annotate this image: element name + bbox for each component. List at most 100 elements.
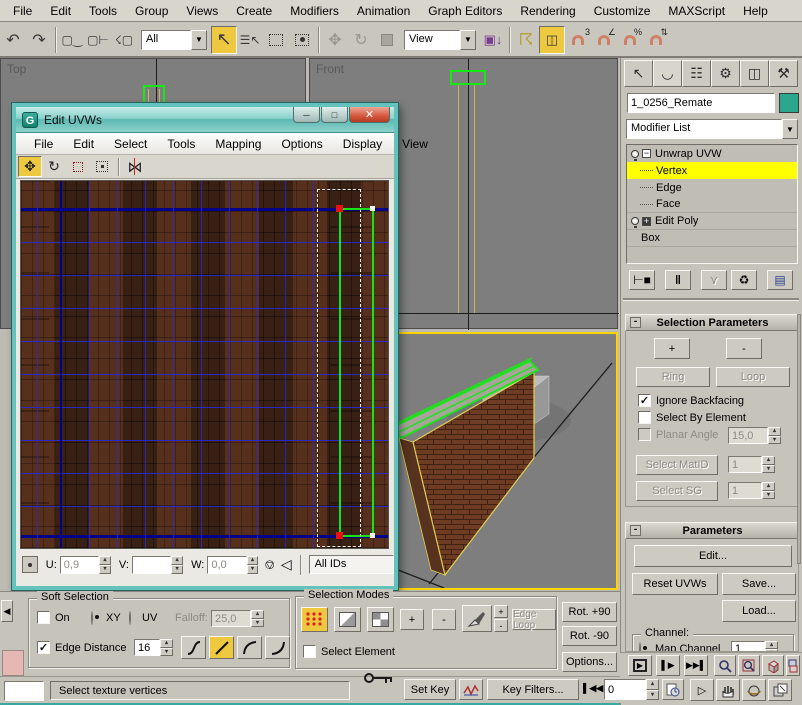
rectangular-selection-region-icon[interactable] <box>263 26 289 54</box>
paint-shrink-button[interactable]: - <box>494 619 508 632</box>
menu-group[interactable]: Group <box>126 1 177 21</box>
matid-field[interactable]: 1 <box>728 456 762 473</box>
v-value-field[interactable] <box>132 556 171 574</box>
u-value-field[interactable]: 0,9 <box>60 556 99 574</box>
map-channel-field[interactable]: 1 <box>731 641 765 652</box>
save-uvws-button[interactable]: Save... <box>722 573 796 595</box>
pan-arrow-icon[interactable]: ▷ <box>690 679 714 701</box>
next-frame-icon[interactable]: ▌▶ <box>656 655 680 676</box>
object-color-swatch[interactable] <box>779 93 799 113</box>
arc-rotate-icon[interactable] <box>742 679 766 701</box>
tab-modify-icon[interactable]: ◡ <box>653 60 682 87</box>
tab-hierarchy-icon[interactable]: ☷ <box>682 60 711 87</box>
menu-create[interactable]: Create <box>227 1 281 21</box>
paint-select-icon[interactable] <box>462 605 492 632</box>
window-crossing-icon[interactable] <box>289 26 315 54</box>
menu-rendering[interactable]: Rendering <box>511 1 584 21</box>
load-uvws-button[interactable]: Load... <box>722 600 796 622</box>
object-name-field[interactable]: 1_0256_Remate <box>627 93 775 113</box>
grow-selection-button[interactable]: + <box>654 338 690 359</box>
menu-views[interactable]: Views <box>177 1 227 21</box>
edge-loop-button[interactable]: Edge Loop <box>512 609 556 630</box>
uv-vertex[interactable] <box>370 206 375 211</box>
uv-radio[interactable] <box>129 611 131 625</box>
angle-snap-icon[interactable]: ∠ <box>591 26 617 54</box>
lock-selected-vertices-icon[interactable]: ⎊ <box>264 557 274 573</box>
selection-parameters-rollout-header[interactable]: - Selection Parameters <box>625 314 799 331</box>
filter-selected-faces-icon[interactable]: ◁ <box>281 556 292 573</box>
select-by-name-icon[interactable]: ☰↖ <box>237 26 263 54</box>
time-configuration-icon[interactable] <box>662 679 684 700</box>
select-and-link-icon[interactable]: ▢‿ <box>59 26 85 54</box>
viewport-top-label[interactable]: Top <box>7 62 26 76</box>
minimize-icon[interactable]: ─ <box>293 107 320 123</box>
rotate-plus-90-button[interactable]: Rot. +90 <box>562 602 617 622</box>
tab-motion-icon[interactable]: ⚙ <box>711 60 740 87</box>
auto-key-curve-icon[interactable] <box>459 679 483 700</box>
snap-3d-icon[interactable]: 3 <box>565 26 591 54</box>
parameters-rollout-header[interactable]: - Parameters <box>625 522 799 539</box>
dialog-menu-select[interactable]: Select <box>104 135 157 153</box>
select-sg-button[interactable]: Select SG <box>636 481 718 501</box>
edge-distance-field[interactable]: 16 <box>134 639 160 656</box>
menu-help[interactable]: Help <box>734 1 777 21</box>
set-key-button[interactable]: Set Key <box>404 679 456 700</box>
mirror-tool-icon[interactable]: ⋈ <box>123 156 147 177</box>
mini-listener-field[interactable] <box>4 681 44 701</box>
falloff-field[interactable]: 25,0 <box>211 610 251 627</box>
undo-icon[interactable]: ↶ <box>0 26 26 54</box>
select-and-rotate-icon[interactable]: ↻ <box>348 26 374 54</box>
edge-mode-icon[interactable] <box>334 607 361 632</box>
dropdown-arrow-icon[interactable]: ▼ <box>191 30 207 50</box>
maximize-icon[interactable]: □ <box>321 107 348 123</box>
scroll-left-icon[interactable]: ◀ <box>1 600 13 622</box>
tab-display-icon[interactable]: ◫ <box>740 60 769 87</box>
stack-row-edit-poly[interactable]: + Edit Poly <box>627 213 797 230</box>
zoom-extents-icon[interactable] <box>762 655 784 676</box>
play-animation-icon[interactable]: ▶ <box>628 655 652 676</box>
dialog-menu-file[interactable]: File <box>24 135 63 153</box>
collapse-icon[interactable]: - <box>630 525 641 536</box>
select-matid-button[interactable]: Select MatID <box>636 455 718 475</box>
panel-scrollbar[interactable] <box>797 314 801 564</box>
make-unique-icon[interactable]: ⋎ <box>701 270 727 290</box>
planar-angle-checkbox[interactable] <box>638 428 651 441</box>
menu-animation[interactable]: Animation <box>348 1 419 21</box>
selection-filter-dropdown[interactable]: All ▼ <box>141 30 207 50</box>
collapse-icon[interactable]: − <box>642 149 651 158</box>
selected-vertex[interactable] <box>336 532 343 539</box>
menu-graph-editors[interactable]: Graph Editors <box>419 1 511 21</box>
w-spinner[interactable]: ▴▾ <box>247 556 259 574</box>
absolute-offset-toggle-icon[interactable] <box>22 556 38 573</box>
menu-edit[interactable]: Edit <box>41 1 80 21</box>
select-and-move-icon[interactable]: ✥ <box>322 26 348 54</box>
dialog-menu-mapping[interactable]: Mapping <box>205 135 271 153</box>
close-icon[interactable]: ✕ <box>349 107 390 123</box>
collapse-icon[interactable]: - <box>630 317 641 328</box>
falloff-fast-out-icon[interactable] <box>265 636 290 659</box>
shrink-uv-selection-button[interactable]: - <box>432 609 456 630</box>
menu-tools[interactable]: Tools <box>80 1 126 21</box>
key-mode-toggle-icon[interactable]: ▌◀◀ <box>583 683 603 694</box>
map-channel-radio[interactable] <box>639 642 641 652</box>
move-tool-icon[interactable]: ✥ <box>18 156 42 177</box>
redo-icon[interactable]: ↷ <box>26 26 52 54</box>
u-spinner[interactable]: ▴▾ <box>99 556 111 574</box>
reference-coordinate-dropdown[interactable]: View ▼ <box>404 30 476 50</box>
modifier-list-dropdown[interactable]: Modifier List ▼ <box>626 119 798 139</box>
go-to-end-icon[interactable]: ▶▶▌ <box>684 655 708 676</box>
stack-row-box[interactable]: Box <box>627 230 797 247</box>
dialog-menu-view[interactable]: View <box>392 135 438 153</box>
select-and-manipulate-icon[interactable]: ☈ <box>513 26 539 54</box>
w-value-field[interactable]: 0,0 <box>207 556 246 574</box>
planar-angle-spinner[interactable]: ▴▾ <box>768 427 781 444</box>
remove-modifier-icon[interactable]: ♻ <box>731 270 757 290</box>
tab-utilities-icon[interactable]: ⚒ <box>769 60 798 87</box>
loop-button[interactable]: Loop <box>716 367 790 387</box>
percent-snap-icon[interactable]: % <box>617 26 643 54</box>
soft-selection-on-checkbox[interactable] <box>37 611 50 624</box>
zoom-extents-all-icon[interactable] <box>786 655 800 676</box>
menu-maxscript[interactable]: MAXScript <box>659 1 734 21</box>
configure-modifier-sets-icon[interactable]: ▤ <box>767 270 793 290</box>
menu-file[interactable]: File <box>4 1 41 21</box>
